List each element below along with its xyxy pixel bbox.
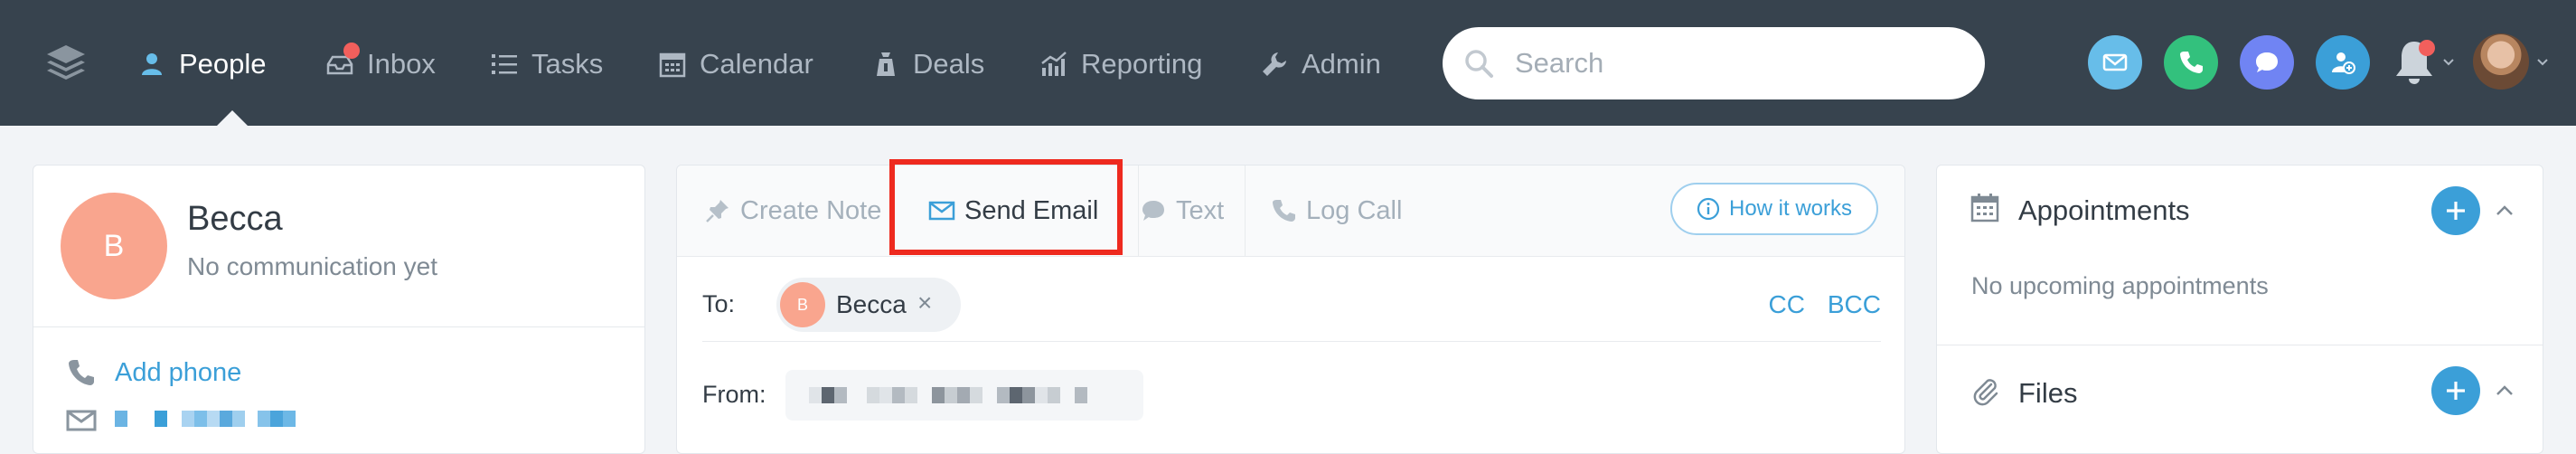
email-action-button[interactable] <box>2088 35 2142 90</box>
tab-create-note[interactable]: Create Note <box>704 193 881 229</box>
envelope-icon <box>928 201 955 221</box>
info-icon <box>1697 197 1720 221</box>
nav-item-people[interactable]: People <box>137 42 267 87</box>
add-phone-row[interactable]: Add phone <box>66 357 241 388</box>
wrench-icon <box>1263 52 1286 76</box>
nav-item-tasks[interactable]: Tasks <box>490 42 603 87</box>
chat-bubble-icon <box>2256 52 2278 72</box>
recipient-chip[interactable]: B Becca × <box>776 278 961 332</box>
nav-label: Inbox <box>367 48 436 80</box>
search-input[interactable] <box>1513 46 1951 80</box>
app-logo-icon[interactable] <box>45 42 87 83</box>
active-nav-indicator <box>217 110 248 126</box>
call-action-button[interactable] <box>2164 35 2218 90</box>
envelope-icon <box>66 410 97 431</box>
notification-dot <box>2419 40 2435 56</box>
nav-item-deals[interactable]: Deals <box>871 42 984 87</box>
paperclip-icon <box>1973 379 1998 406</box>
remove-recipient-button[interactable]: × <box>917 288 932 317</box>
nav-item-admin[interactable]: Admin <box>1260 42 1381 87</box>
collapse-files-chevron-icon[interactable] <box>2495 384 2515 397</box>
tab-label: Send Email <box>964 195 1099 225</box>
search-icon <box>1465 50 1493 78</box>
recipient-name: Becca <box>836 290 907 318</box>
plus-icon <box>2447 202 2465 220</box>
appointments-empty-state: No upcoming appointments <box>1971 272 2269 299</box>
plus-icon <box>2447 382 2465 400</box>
collapse-appointments-chevron-icon[interactable] <box>2495 204 2515 217</box>
user-avatar[interactable] <box>2473 33 2529 90</box>
phone-icon <box>1273 200 1295 222</box>
chevron-down-icon[interactable] <box>2442 58 2455 67</box>
nav-label: Deals <box>913 48 985 80</box>
add-contact-button[interactable] <box>2316 35 2370 90</box>
chevron-down-icon[interactable] <box>2536 58 2549 67</box>
chat-action-button[interactable] <box>2240 35 2294 90</box>
nav-label: Reporting <box>1081 48 1203 80</box>
envelope-icon <box>2102 53 2128 71</box>
tab-label: Log Call <box>1306 195 1403 225</box>
search-bar[interactable] <box>1443 27 1985 99</box>
contact-status: No communication yet <box>187 252 438 280</box>
email-row[interactable] <box>66 410 296 431</box>
how-it-works-button[interactable]: How it works <box>1670 183 1878 235</box>
tab-separator <box>1138 166 1139 256</box>
from-label: From: <box>702 381 766 408</box>
add-person-icon <box>2332 52 2355 74</box>
tab-label: Create Note <box>740 195 882 225</box>
nav-label: Tasks <box>531 48 604 80</box>
pushpin-icon <box>706 200 729 222</box>
add-phone-link[interactable]: Add phone <box>115 358 241 388</box>
files-title: Files <box>2018 377 2078 409</box>
nav-label: People <box>179 48 267 80</box>
tab-send-email[interactable]: Send Email <box>928 193 1098 229</box>
calendar-icon <box>1970 194 1999 222</box>
list-icon <box>492 54 517 74</box>
top-navigation-bar: People Inbox Tasks Calendar Deals Report… <box>0 0 2576 126</box>
tab-log-call[interactable]: Log Call <box>1270 193 1402 229</box>
nav-label: Admin <box>1302 48 1381 80</box>
divider <box>33 326 644 327</box>
nav-item-reporting[interactable]: Reporting <box>1039 42 1202 87</box>
phone-icon <box>69 360 94 385</box>
unread-dot <box>343 43 360 59</box>
appointments-title: Appointments <box>2018 194 2190 226</box>
contact-name: Becca <box>187 200 283 238</box>
nav-item-calendar[interactable]: Calendar <box>658 42 813 87</box>
inbox-icon <box>325 43 360 79</box>
phone-icon <box>2180 52 2203 73</box>
to-field-row: To: B Becca × CC BCC <box>702 278 1881 342</box>
contact-avatar: B <box>61 193 167 299</box>
add-appointment-button[interactable] <box>2431 186 2480 235</box>
deals-icon <box>877 52 895 76</box>
from-address-field[interactable] <box>785 370 1143 421</box>
nav-label: Calendar <box>700 48 813 80</box>
recipient-avatar: B <box>780 282 825 327</box>
nav-item-inbox[interactable]: Inbox <box>325 42 436 87</box>
notifications-button[interactable] <box>2390 36 2439 89</box>
tab-text[interactable]: Text <box>1140 193 1224 229</box>
person-icon <box>142 53 162 75</box>
tab-label: Text <box>1176 195 1225 225</box>
bcc-button[interactable]: BCC <box>1828 290 1881 319</box>
contact-card: B Becca No communication yet Add phone <box>33 165 645 454</box>
to-label: To: <box>702 290 736 317</box>
how-it-works-label: How it works <box>1728 196 1853 221</box>
tab-separator <box>1245 166 1246 256</box>
chart-icon <box>1041 52 1067 76</box>
add-file-button[interactable] <box>2431 366 2480 415</box>
redacted-email[interactable] <box>115 410 296 431</box>
speech-bubble-icon <box>1142 201 1164 221</box>
calendar-icon <box>659 52 686 78</box>
cc-button[interactable]: CC <box>1769 290 1805 319</box>
